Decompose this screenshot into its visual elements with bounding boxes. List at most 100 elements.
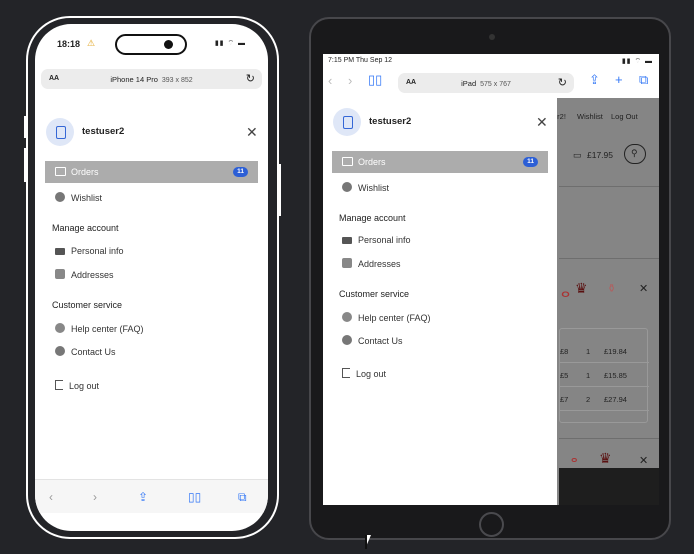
ipad-safari-toolbar: ‹ › ▯▯ AA iPad 575 x 767 ↻ ⇪ + ⧉	[323, 68, 659, 98]
iphone-power-button	[278, 164, 281, 216]
orders-label: Orders	[71, 167, 99, 177]
logout-icon	[342, 368, 350, 378]
logout-icon	[55, 380, 63, 390]
row-qty: 1	[586, 347, 591, 356]
menu-item-addresses[interactable]: Addresses	[342, 258, 401, 269]
ipad-home-button[interactable]	[479, 512, 504, 537]
iphone-safari-toolbar: ‹ › ⇪ ▯▯ ⧉	[35, 479, 268, 513]
table-row: £8 1 £19.84	[560, 339, 649, 363]
box-icon	[55, 167, 66, 176]
menu-item-wishlist[interactable]: Wishlist	[342, 182, 389, 193]
iphone-volume-button	[24, 148, 27, 182]
menu-item-log-out[interactable]: Log out	[55, 380, 99, 391]
personal-info-label: Personal info	[358, 235, 411, 245]
order-table: £8 1 £19.84 £5 1 £15.85 £7 2 £27.94	[559, 328, 649, 423]
reload-icon[interactable]: ↻	[558, 76, 567, 89]
section-customer-service: Customer service	[339, 289, 410, 299]
avatar	[333, 108, 361, 136]
menu-item-contact-us[interactable]: Contact Us	[342, 335, 403, 346]
menu-item-personal-info[interactable]: Personal info	[342, 235, 411, 245]
menu-item-contact-us[interactable]: Contact Us	[55, 346, 116, 357]
chevron-left-icon[interactable]: ‹	[328, 73, 332, 88]
section-manage-account: Manage account	[339, 213, 406, 223]
share-icon[interactable]: ⇪	[589, 72, 600, 88]
ipad-screen: 7:15 PM Thu Sep 12 ▮▮ ⌔ ▬ ‹ › ▯▯ AA iPad…	[323, 54, 659, 505]
menu-item-wishlist[interactable]: Wishlist	[55, 192, 102, 203]
share-icon[interactable]: ⇪	[138, 490, 148, 504]
divider	[559, 258, 659, 259]
row-price: £5	[560, 371, 569, 380]
account-menu: testuser2 ✕ Orders 11 Wishlist Manage ac…	[323, 98, 557, 505]
product-thumb-icon: ⴰ	[571, 454, 578, 465]
signal-wifi-battery-icon: ▮▮ ⌔ ▬	[214, 40, 246, 47]
menu-item-log-out[interactable]: Log out	[342, 368, 386, 379]
expand-icon[interactable]: ✕	[639, 454, 648, 467]
table-row: £7 2 £27.94	[560, 387, 649, 411]
page-wishlist-link[interactable]: Wishlist	[577, 112, 603, 121]
signal-wifi-battery-icon: ▮▮ ⌔ ▬	[621, 58, 653, 65]
orders-count-badge: 11	[523, 157, 538, 167]
row-price: £8	[560, 347, 569, 356]
camera-dot-icon	[164, 40, 173, 49]
book-icon[interactable]: ▯▯	[188, 490, 201, 504]
divider	[559, 186, 659, 187]
table-row: £5 1 £15.85	[560, 363, 649, 387]
menu-item-help-center[interactable]: Help center (FAQ)	[342, 312, 431, 323]
close-icon[interactable]: ✕	[246, 125, 258, 139]
menu-item-help-center[interactable]: Help center (FAQ)	[55, 323, 144, 334]
menu-item-orders[interactable]: Orders 11	[332, 151, 548, 173]
iphone-side-button	[24, 116, 27, 138]
wishlist-label: Wishlist	[71, 193, 102, 203]
ipad-address-bar[interactable]: AA iPad 575 x 767 ↻	[398, 73, 574, 93]
heart-icon	[55, 192, 65, 202]
address-card-icon	[55, 269, 65, 279]
reload-icon[interactable]: ↻	[246, 72, 255, 85]
log-out-label: Log out	[69, 381, 100, 391]
row-total: £19.84	[604, 347, 627, 356]
chevron-right-icon[interactable]: ›	[348, 73, 352, 88]
menu-item-personal-info[interactable]: Personal info	[55, 246, 124, 256]
menu-item-addresses[interactable]: Addresses	[55, 269, 114, 280]
search-button[interactable]: ⚲	[624, 144, 646, 164]
product-thumb-icon: ⚱	[607, 283, 617, 295]
section-manage-account: Manage account	[52, 223, 119, 233]
iphone-address-bar[interactable]: AA iPhone 14 Pro 393 x 852 ↻	[41, 69, 262, 89]
ipad-status-bar: 7:15 PM Thu Sep 12 ▮▮ ⌔ ▬	[323, 54, 659, 68]
ipad-camera-icon	[489, 34, 495, 40]
chevron-left-icon[interactable]: ‹	[49, 490, 53, 504]
section-customer-service: Customer service	[52, 300, 123, 310]
iphone-device-label: iPhone 14 Pro 393 x 852	[41, 75, 262, 84]
chevron-right-icon[interactable]: ›	[93, 490, 97, 504]
dynamic-island	[115, 34, 187, 55]
device-size: 393 x 852	[161, 77, 193, 84]
plus-icon[interactable]: +	[615, 72, 623, 87]
iphone-screen: 18:18 ⚠ ▮▮ ⌔ ▬ AA iPhone 14 Pro 393 x 852…	[35, 24, 268, 531]
iphone-device-frame: 18:18 ⚠ ▮▮ ⌔ ▬ AA iPhone 14 Pro 393 x 852…	[24, 16, 281, 539]
search-icon: ⚲	[631, 148, 638, 158]
crown-icon: ♛	[575, 280, 588, 296]
ipad-device-frame: 7:15 PM Thu Sep 12 ▮▮ ⌔ ▬ ‹ › ▯▯ AA iPad…	[309, 17, 671, 540]
close-icon[interactable]: ✕	[536, 115, 548, 129]
address-card-icon	[342, 258, 352, 268]
menu-item-orders[interactable]: Orders 11	[45, 161, 258, 183]
product-thumb-icon: ⴰ	[561, 284, 571, 300]
account-menu: testuser2 ✕ Orders 11 Wishlist Manage ac…	[35, 94, 268, 494]
info-icon	[342, 312, 352, 322]
info-icon	[55, 323, 65, 333]
crown-icon: ♛	[599, 450, 612, 466]
tabs-icon[interactable]: ⧉	[639, 72, 648, 88]
tabs-icon[interactable]: ⧉	[238, 490, 247, 505]
page-logout-link[interactable]: Log Out	[611, 112, 638, 121]
log-out-label: Log out	[356, 369, 387, 379]
cart-icon[interactable]: ▭	[573, 150, 582, 161]
phone-icon	[55, 346, 65, 356]
mouse-cursor-icon	[365, 535, 371, 549]
wishlist-label: Wishlist	[358, 183, 389, 193]
box-icon	[342, 157, 353, 166]
device-size: 575 x 767	[480, 81, 511, 88]
laptop-icon	[55, 248, 65, 255]
row-qty: 2	[586, 395, 591, 404]
expand-icon[interactable]: ✕	[639, 282, 648, 295]
ipad-clock: 7:15 PM Thu Sep 12	[328, 57, 393, 64]
book-icon[interactable]: ▯▯	[368, 72, 382, 88]
